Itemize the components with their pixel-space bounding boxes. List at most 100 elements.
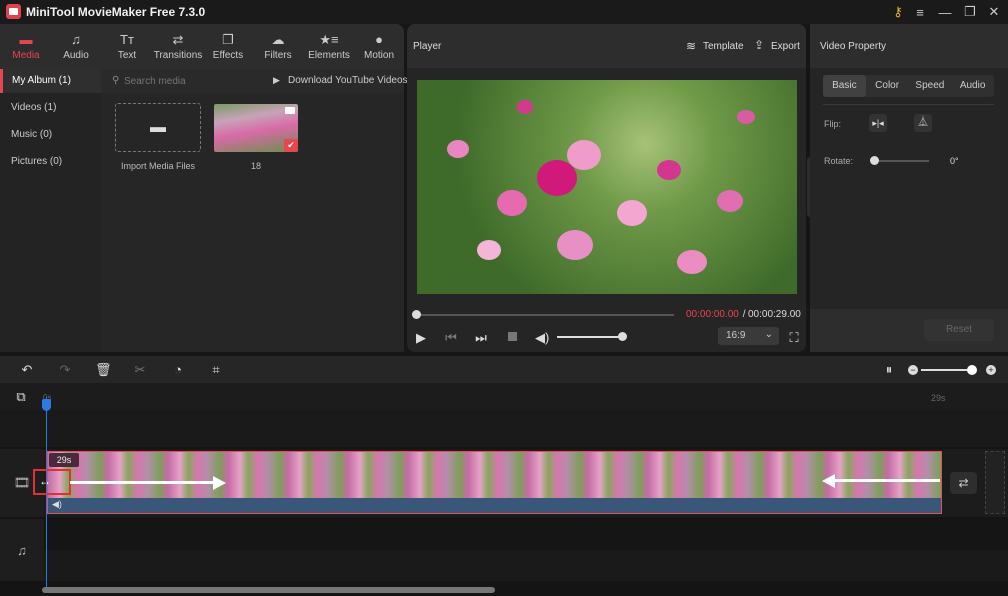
volume-handle[interactable] [618, 332, 627, 341]
zoom-in-icon[interactable]: + [986, 365, 996, 375]
tab-audio[interactable]: ♫ Audio [56, 24, 96, 69]
arrow-right-annotation [70, 481, 215, 484]
folder-icon: ▬ [19, 32, 33, 47]
clip-filmstrip [48, 452, 941, 498]
clip-drop-zone[interactable] [985, 451, 1005, 514]
empty-track [0, 410, 1008, 447]
resize-horizontal-cursor-icon: ↔ [39, 474, 51, 488]
tab-color[interactable]: Color [866, 75, 909, 97]
tab-audio[interactable]: Audio [951, 75, 994, 97]
app-title: MiniTool MovieMaker Free 7.3.0 [26, 5, 206, 19]
volume-icon[interactable]: ◀) [535, 330, 549, 346]
zoom-out-icon[interactable]: − [908, 365, 918, 375]
folder-icon: ▬ [150, 118, 166, 136]
delete-icon[interactable]: 🗑 [95, 362, 112, 378]
seek-handle[interactable] [412, 310, 421, 319]
music-note-icon: ♫ [17, 542, 27, 558]
menu-icon[interactable]: ≡ [910, 3, 930, 21]
video-preview [417, 80, 797, 294]
download-youtube-link[interactable]: Download YouTube Videos [288, 75, 408, 86]
player-header [407, 24, 806, 68]
restore-icon[interactable]: ❐ [960, 3, 980, 21]
search-input[interactable] [124, 74, 254, 88]
clip-audio-waveform: ◀) [48, 498, 941, 513]
playhead-handle[interactable] [42, 399, 51, 411]
media-clip-name: 18 [250, 161, 261, 171]
audio-track-label: ♫ [0, 519, 44, 581]
arrow-left-head [822, 474, 835, 488]
flip-vertical-button[interactable]: ⏅ [914, 114, 932, 132]
player-title: Player [413, 41, 442, 52]
playhead-line[interactable] [46, 397, 47, 587]
export-button[interactable]: Export [771, 41, 800, 52]
import-media-label: Import Media Files [120, 161, 196, 171]
timeline-zoom-slider[interactable] [921, 369, 971, 371]
flip-horizontal-button[interactable]: ▸|◂ [869, 114, 887, 132]
sidebar-item-videos[interactable]: Videos (1) [0, 96, 101, 120]
layers-icon: ❐ [222, 32, 234, 47]
minimize-icon[interactable]: — [935, 3, 955, 21]
add-track-icon[interactable]: ⧉ [13, 389, 29, 405]
timeline-toolbar [0, 356, 1008, 383]
audio-track-lower [44, 550, 1008, 581]
timeline-horizontal-scrollbar[interactable] [42, 587, 495, 593]
undo-icon[interactable]: ↶ [19, 362, 35, 378]
tab-effects[interactable]: ❐ Effects [208, 24, 248, 69]
tab-basic[interactable]: Basic [823, 75, 866, 97]
chevron-down-icon: ⌄ [764, 329, 773, 340]
property-title: Video Property [820, 41, 886, 52]
audio-track [44, 519, 1008, 550]
sidebar-item-music[interactable]: Music (0) [0, 123, 101, 147]
ruler-end-label: 29s [931, 393, 946, 403]
arrow-right-head [213, 476, 226, 490]
tab-text[interactable]: Tт Text [107, 24, 147, 69]
close-icon[interactable]: ✕ [984, 3, 1004, 21]
reset-button[interactable]: Reset [924, 319, 994, 341]
total-time: 00:00:29.00 [748, 309, 801, 320]
filters-icon: ☁ [271, 32, 285, 47]
volume-icon[interactable]: ◀) [52, 499, 62, 510]
property-tabs: Basic Color Speed Audio [823, 75, 994, 97]
sidebar-item-pictures[interactable]: Pictures (0) [0, 150, 101, 174]
key-icon[interactable]: ⚷ [888, 3, 908, 21]
sidebar-item-my-album[interactable]: My Album (1) [0, 69, 101, 93]
seek-bar[interactable] [416, 314, 674, 316]
tab-speed[interactable]: Speed [909, 75, 952, 97]
media-clip-thumbnail[interactable]: ✔ [214, 104, 298, 152]
rotate-value: 0° [950, 156, 959, 166]
timeline-zoom-handle[interactable] [967, 365, 977, 375]
tab-motion[interactable]: ● Motion [360, 24, 398, 69]
elements-icon: ★≡ [319, 32, 339, 47]
speed-icon[interactable]: ◔ [170, 362, 186, 377]
motion-icon: ● [375, 32, 383, 47]
film-icon: 🎞 [13, 475, 31, 490]
tab-transitions[interactable]: ⇄ Transitions [152, 24, 204, 69]
current-time: 00:00:00.00 [686, 309, 739, 320]
import-media-button[interactable]: ▬ [115, 103, 201, 152]
fit-timeline-icon[interactable]: ⏸ [882, 362, 896, 378]
swap-arrows-icon: ⇄ [172, 32, 184, 47]
tab-media[interactable]: ▬ Media [6, 24, 46, 69]
tab-elements[interactable]: ★≡ Elements [306, 24, 352, 69]
replace-clip-icon[interactable]: ⇄ [950, 472, 977, 494]
play-icon[interactable]: ▶ [414, 330, 428, 346]
crop-icon[interactable]: ⌗ [208, 362, 224, 378]
music-note-icon: ♫ [71, 32, 81, 47]
fullscreen-icon[interactable]: ⛶ [787, 330, 801, 346]
stop-icon[interactable] [508, 332, 517, 341]
aspect-ratio-select[interactable]: 16:9 ⌄ [718, 327, 779, 345]
rotate-slider[interactable] [874, 160, 929, 162]
youtube-icon: ▶ [273, 75, 280, 85]
text-icon: Tт [120, 32, 134, 47]
tab-filters[interactable]: ☁ Filters [258, 24, 298, 69]
next-frame-icon[interactable]: ⏭ [474, 330, 488, 346]
video-camera-icon [285, 107, 295, 114]
timeline-ruler[interactable] [0, 383, 1008, 410]
redo-icon[interactable]: ↷ [57, 362, 73, 378]
template-button[interactable]: Template [703, 41, 744, 52]
rotate-handle[interactable] [870, 156, 879, 165]
divider [823, 104, 994, 105]
previous-frame-icon[interactable]: ⏮ [444, 330, 458, 346]
split-scissors-icon[interactable]: ✂ [132, 362, 148, 378]
volume-slider[interactable] [557, 336, 622, 338]
